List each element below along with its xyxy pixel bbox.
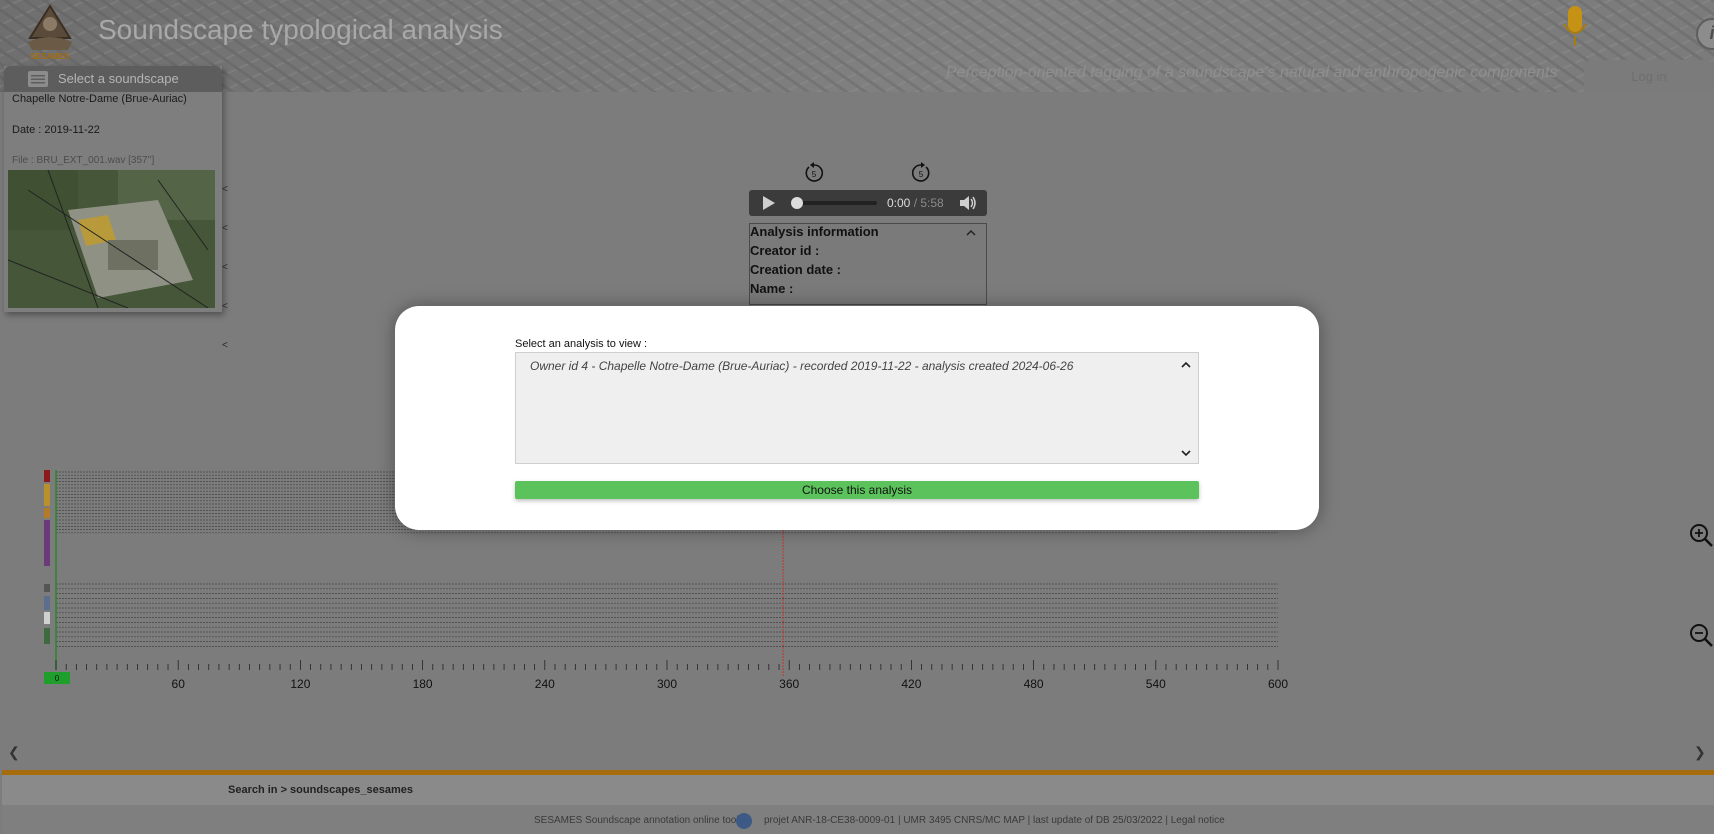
soundscape-date: Date : 2019-11-22 bbox=[12, 124, 100, 136]
category-swatch bbox=[44, 484, 50, 506]
modal-label: Select an analysis to view : bbox=[515, 338, 648, 350]
svg-text:5: 5 bbox=[919, 170, 924, 179]
category-swatch bbox=[44, 470, 50, 482]
arrow-icon[interactable]: < bbox=[222, 184, 228, 223]
microphone-icon bbox=[1563, 6, 1587, 46]
analysis-listbox[interactable]: Owner id 4 - Chapelle Notre-Dame (Brue-A… bbox=[515, 352, 1199, 464]
creation-date-label: Creation date : bbox=[750, 262, 842, 277]
panel-header[interactable]: Select a soundscape bbox=[4, 66, 222, 92]
search-bar: Search in > soundscapes_sesames bbox=[2, 775, 1714, 805]
app-title: Soundscape typological analysis bbox=[98, 14, 503, 45]
tick-label: 60 bbox=[172, 677, 186, 691]
select-analysis-modal: Select an analysis to view : Owner id 4 … bbox=[395, 306, 1319, 530]
site-map-image bbox=[8, 170, 215, 308]
choose-analysis-button[interactable]: Choose this analysis bbox=[515, 481, 1199, 499]
forward-5-icon[interactable]: 5 bbox=[910, 162, 932, 184]
anr-logo-icon bbox=[736, 813, 752, 829]
footer-project-info[interactable]: projet ANR-18-CE38-0009-01 | UMR 3495 CN… bbox=[764, 815, 1225, 826]
category-swatch bbox=[44, 612, 50, 624]
chevron-up-icon[interactable] bbox=[1180, 359, 1192, 371]
analysis-info-box: Analysis information Creator id : Creati… bbox=[749, 223, 987, 305]
category-swatch bbox=[44, 596, 50, 610]
audio-player: 0:00 / 5:58 bbox=[749, 190, 987, 216]
tick-label: 420 bbox=[901, 677, 921, 691]
svg-text:SESAMES: SESAMES bbox=[30, 52, 70, 60]
soundscape-panel: Select a soundscape Chapelle Notre-Dame … bbox=[4, 66, 228, 351]
tick-label: 180 bbox=[413, 677, 433, 691]
header-banner: SESAMES Soundscape typological analysis … bbox=[0, 0, 1714, 92]
play-icon[interactable] bbox=[763, 196, 775, 210]
soundscape-name: Chapelle Notre-Dame (Brue-Auriac) bbox=[12, 93, 187, 105]
tick-label: 480 bbox=[1024, 677, 1044, 691]
tagline: Perception-oriented tagging of a soundsc… bbox=[946, 64, 1558, 81]
analysis-option[interactable]: Owner id 4 - Chapelle Notre-Dame (Brue-A… bbox=[530, 359, 1073, 373]
scroll-right-icon[interactable]: ❯ bbox=[1694, 744, 1706, 761]
analysis-name-label: Name : bbox=[750, 281, 794, 296]
rewind-5-icon[interactable]: 5 bbox=[803, 162, 825, 184]
tick-label: 120 bbox=[290, 677, 310, 691]
tick-label: 540 bbox=[1146, 677, 1166, 691]
panel-title: Select a soundscape bbox=[58, 71, 179, 86]
login-tab[interactable]: Log in bbox=[1584, 60, 1714, 92]
tick-label: 240 bbox=[535, 677, 555, 691]
current-time: 0:00 bbox=[887, 196, 911, 210]
svg-text:5: 5 bbox=[812, 170, 817, 179]
time-display: 0:00 / 5:58 bbox=[887, 196, 944, 210]
zoom-out-icon[interactable] bbox=[1688, 622, 1714, 648]
analysis-info-heading: Analysis information bbox=[750, 224, 879, 239]
footer: SESAMES Soundscape annotation online too… bbox=[2, 805, 1714, 834]
category-swatch bbox=[44, 584, 50, 592]
start-marker-label: 0 bbox=[55, 674, 60, 683]
chevron-up-icon[interactable] bbox=[966, 228, 976, 238]
footer-tool-name: SESAMES Soundscape annotation online too… bbox=[534, 815, 739, 826]
tick-label: 360 bbox=[779, 677, 799, 691]
search-path[interactable]: Search in > soundscapes_sesames bbox=[228, 784, 413, 796]
arrow-icon[interactable]: < bbox=[222, 262, 228, 301]
seek-track[interactable] bbox=[797, 201, 877, 205]
duration: 5:58 bbox=[920, 196, 944, 210]
time-separator: / bbox=[910, 196, 921, 210]
panel-arrows: < < < < < bbox=[222, 184, 228, 379]
soundscape-file: File : BRU_EXT_001.wav [357''] bbox=[12, 155, 155, 166]
arrow-icon[interactable]: < bbox=[222, 340, 228, 379]
volume-icon[interactable] bbox=[959, 195, 977, 211]
scroll-left-icon[interactable]: ❮ bbox=[8, 744, 20, 761]
creator-id-label: Creator id : bbox=[750, 243, 820, 258]
list-icon bbox=[28, 71, 48, 87]
sesames-logo: SESAMES bbox=[28, 4, 72, 60]
category-swatch bbox=[44, 520, 50, 566]
arrow-icon[interactable]: < bbox=[222, 223, 228, 262]
zoom-in-icon[interactable] bbox=[1688, 522, 1714, 548]
category-swatch bbox=[44, 508, 50, 518]
arrow-icon[interactable]: < bbox=[222, 301, 228, 340]
tick-label: 600 bbox=[1268, 677, 1288, 691]
chevron-down-icon[interactable] bbox=[1180, 447, 1192, 459]
tick-label: 300 bbox=[657, 677, 677, 691]
seek-thumb[interactable] bbox=[791, 197, 803, 209]
category-swatch bbox=[44, 628, 50, 644]
